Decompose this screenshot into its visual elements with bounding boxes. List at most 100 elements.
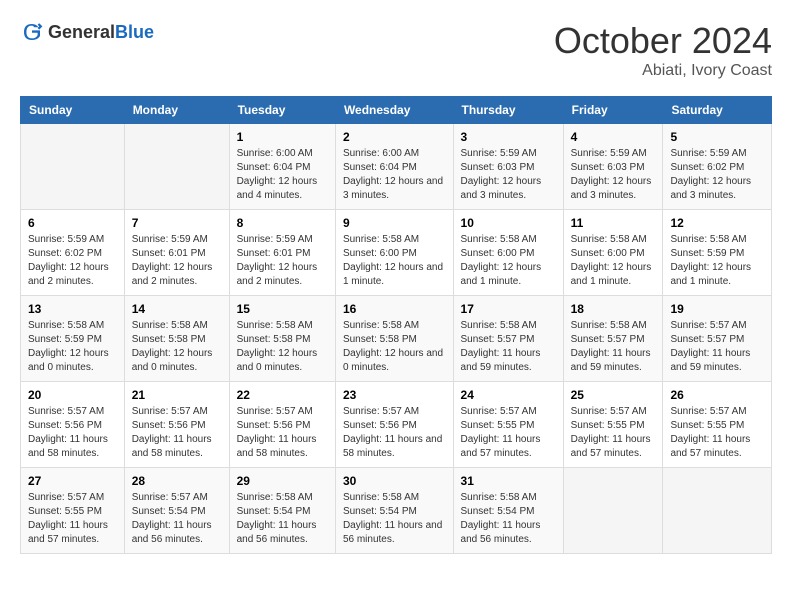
day-number: 28: [132, 474, 222, 488]
calendar-cell: 15 Sunrise: 5:58 AM Sunset: 5:58 PM Dayli…: [229, 296, 335, 382]
calendar-cell: [563, 468, 663, 554]
day-info: Sunrise: 5:59 AM Sunset: 6:03 PM Dayligh…: [571, 147, 656, 203]
weekday-header-row: SundayMondayTuesdayWednesdayThursdayFrid…: [21, 97, 772, 124]
day-info: Sunrise: 5:58 AM Sunset: 5:54 PM Dayligh…: [461, 491, 556, 547]
day-number: 14: [132, 302, 222, 316]
day-info: Sunrise: 5:58 AM Sunset: 5:57 PM Dayligh…: [461, 319, 556, 375]
calendar-cell: 23 Sunrise: 5:57 AM Sunset: 5:56 PM Dayli…: [335, 382, 453, 468]
day-number: 7: [132, 216, 222, 230]
day-info: Sunrise: 5:58 AM Sunset: 6:00 PM Dayligh…: [343, 233, 446, 289]
weekday-header-wednesday: Wednesday: [335, 97, 453, 124]
day-number: 30: [343, 474, 446, 488]
calendar-cell: 5 Sunrise: 5:59 AM Sunset: 6:02 PM Daylig…: [663, 124, 772, 210]
weekday-header-monday: Monday: [124, 97, 229, 124]
title-section: October 2024 Abiati, Ivory Coast: [554, 20, 772, 80]
calendar-cell: 14 Sunrise: 5:58 AM Sunset: 5:58 PM Dayli…: [124, 296, 229, 382]
calendar-cell: 9 Sunrise: 5:58 AM Sunset: 6:00 PM Daylig…: [335, 210, 453, 296]
calendar-cell: 7 Sunrise: 5:59 AM Sunset: 6:01 PM Daylig…: [124, 210, 229, 296]
day-number: 18: [571, 302, 656, 316]
day-info: Sunrise: 5:57 AM Sunset: 5:56 PM Dayligh…: [132, 405, 222, 461]
day-number: 31: [461, 474, 556, 488]
day-info: Sunrise: 5:58 AM Sunset: 5:54 PM Dayligh…: [343, 491, 446, 547]
location-title: Abiati, Ivory Coast: [554, 62, 772, 80]
day-info: Sunrise: 5:57 AM Sunset: 5:54 PM Dayligh…: [132, 491, 222, 547]
day-number: 17: [461, 302, 556, 316]
day-number: 5: [670, 130, 764, 144]
day-info: Sunrise: 5:58 AM Sunset: 6:00 PM Dayligh…: [571, 233, 656, 289]
calendar-cell: 11 Sunrise: 5:58 AM Sunset: 6:00 PM Dayli…: [563, 210, 663, 296]
day-number: 21: [132, 388, 222, 402]
day-number: 24: [461, 388, 556, 402]
weekday-header-friday: Friday: [563, 97, 663, 124]
calendar-cell: 21 Sunrise: 5:57 AM Sunset: 5:56 PM Dayli…: [124, 382, 229, 468]
day-number: 27: [28, 474, 117, 488]
calendar-cell: 3 Sunrise: 5:59 AM Sunset: 6:03 PM Daylig…: [453, 124, 563, 210]
day-number: 15: [237, 302, 328, 316]
calendar-cell: 22Sunrise: 5:57 AM Sunset: 5:56 PM Dayli…: [229, 382, 335, 468]
calendar-cell: 19Sunrise: 5:57 AM Sunset: 5:57 PM Dayli…: [663, 296, 772, 382]
day-info: Sunrise: 5:58 AM Sunset: 5:58 PM Dayligh…: [132, 319, 222, 375]
calendar-cell: 10 Sunrise: 5:58 AM Sunset: 6:00 PM Dayli…: [453, 210, 563, 296]
day-number: 19: [670, 302, 764, 316]
calendar-cell: 26 Sunrise: 5:57 AM Sunset: 5:55 PM Dayli…: [663, 382, 772, 468]
page-header: GeneralBlue October 2024 Abiati, Ivory C…: [20, 20, 772, 80]
weekday-header-saturday: Saturday: [663, 97, 772, 124]
calendar-cell: 18 Sunrise: 5:58 AM Sunset: 5:57 PM Dayli…: [563, 296, 663, 382]
day-info: Sunrise: 5:57 AM Sunset: 5:55 PM Dayligh…: [670, 405, 764, 461]
calendar-cell: 31 Sunrise: 5:58 AM Sunset: 5:54 PM Dayli…: [453, 468, 563, 554]
calendar-cell: 17 Sunrise: 5:58 AM Sunset: 5:57 PM Dayli…: [453, 296, 563, 382]
calendar-week-row: 27 Sunrise: 5:57 AM Sunset: 5:55 PM Dayli…: [21, 468, 772, 554]
day-number: 12: [670, 216, 764, 230]
day-info: Sunrise: 5:59 AM Sunset: 6:02 PM Dayligh…: [28, 233, 117, 289]
calendar-cell: 4 Sunrise: 5:59 AM Sunset: 6:03 PM Daylig…: [563, 124, 663, 210]
calendar-cell: 6 Sunrise: 5:59 AM Sunset: 6:02 PM Daylig…: [21, 210, 125, 296]
calendar-table: SundayMondayTuesdayWednesdayThursdayFrid…: [20, 96, 772, 554]
logo-icon: [20, 20, 44, 44]
calendar-cell: 8Sunrise: 5:59 AM Sunset: 6:01 PM Daylig…: [229, 210, 335, 296]
day-info: Sunrise: 5:57 AM Sunset: 5:55 PM Dayligh…: [461, 405, 556, 461]
day-number: 9: [343, 216, 446, 230]
day-number: 6: [28, 216, 117, 230]
day-number: 22: [237, 388, 328, 402]
calendar-week-row: 6 Sunrise: 5:59 AM Sunset: 6:02 PM Daylig…: [21, 210, 772, 296]
calendar-cell: 20Sunrise: 5:57 AM Sunset: 5:56 PM Dayli…: [21, 382, 125, 468]
day-number: 1: [237, 130, 328, 144]
calendar-cell: 24 Sunrise: 5:57 AM Sunset: 5:55 PM Dayli…: [453, 382, 563, 468]
day-info: Sunrise: 5:59 AM Sunset: 6:01 PM Dayligh…: [132, 233, 222, 289]
day-number: 20: [28, 388, 117, 402]
day-number: 4: [571, 130, 656, 144]
day-number: 25: [571, 388, 656, 402]
day-info: Sunrise: 5:57 AM Sunset: 5:55 PM Dayligh…: [28, 491, 117, 547]
day-info: Sunrise: 5:58 AM Sunset: 5:59 PM Dayligh…: [670, 233, 764, 289]
calendar-week-row: 20 Sunrise: 5:57 AM Sunset: 5:56 PM Dayli…: [21, 382, 772, 468]
day-number: 16: [343, 302, 446, 316]
day-number: 8: [237, 216, 328, 230]
day-number: 10: [461, 216, 556, 230]
weekday-header-tuesday: Tuesday: [229, 97, 335, 124]
day-info: Sunrise: 5:58 AM Sunset: 5:59 PM Dayligh…: [28, 319, 117, 375]
day-info: Sunrise: 5:58 AM Sunset: 6:00 PM Dayligh…: [461, 233, 556, 289]
calendar-cell: [124, 124, 229, 210]
logo-blue: Blue: [115, 22, 154, 42]
day-info: Sunrise: 5:58 AM Sunset: 5:57 PM Dayligh…: [571, 319, 656, 375]
calendar-cell: 2Sunrise: 6:00 AM Sunset: 6:04 PM Daylig…: [335, 124, 453, 210]
day-info: Sunrise: 5:58 AM Sunset: 5:58 PM Dayligh…: [237, 319, 328, 375]
day-number: 23: [343, 388, 446, 402]
day-info: Sunrise: 5:58 AM Sunset: 5:54 PM Dayligh…: [237, 491, 328, 547]
day-number: 11: [571, 216, 656, 230]
day-info: Sunrise: 5:57 AM Sunset: 5:55 PM Dayligh…: [571, 405, 656, 461]
day-number: 3: [461, 130, 556, 144]
calendar-cell: 28 Sunrise: 5:57 AM Sunset: 5:54 PM Dayli…: [124, 468, 229, 554]
day-info: Sunrise: 5:57 AM Sunset: 5:56 PM Dayligh…: [343, 405, 446, 461]
calendar-cell: 13Sunrise: 5:58 AM Sunset: 5:59 PM Dayli…: [21, 296, 125, 382]
calendar-cell: 16 Sunrise: 5:58 AM Sunset: 5:58 PM Dayli…: [335, 296, 453, 382]
weekday-header-sunday: Sunday: [21, 97, 125, 124]
month-title: October 2024: [554, 20, 772, 62]
day-info: Sunrise: 5:59 AM Sunset: 6:03 PM Dayligh…: [461, 147, 556, 203]
calendar-cell: [663, 468, 772, 554]
calendar-cell: 12 Sunrise: 5:58 AM Sunset: 5:59 PM Dayli…: [663, 210, 772, 296]
day-info: Sunrise: 5:58 AM Sunset: 5:58 PM Dayligh…: [343, 319, 446, 375]
day-info: Sunrise: 5:59 AM Sunset: 6:02 PM Dayligh…: [670, 147, 764, 203]
day-number: 26: [670, 388, 764, 402]
calendar-week-row: 13Sunrise: 5:58 AM Sunset: 5:59 PM Dayli…: [21, 296, 772, 382]
